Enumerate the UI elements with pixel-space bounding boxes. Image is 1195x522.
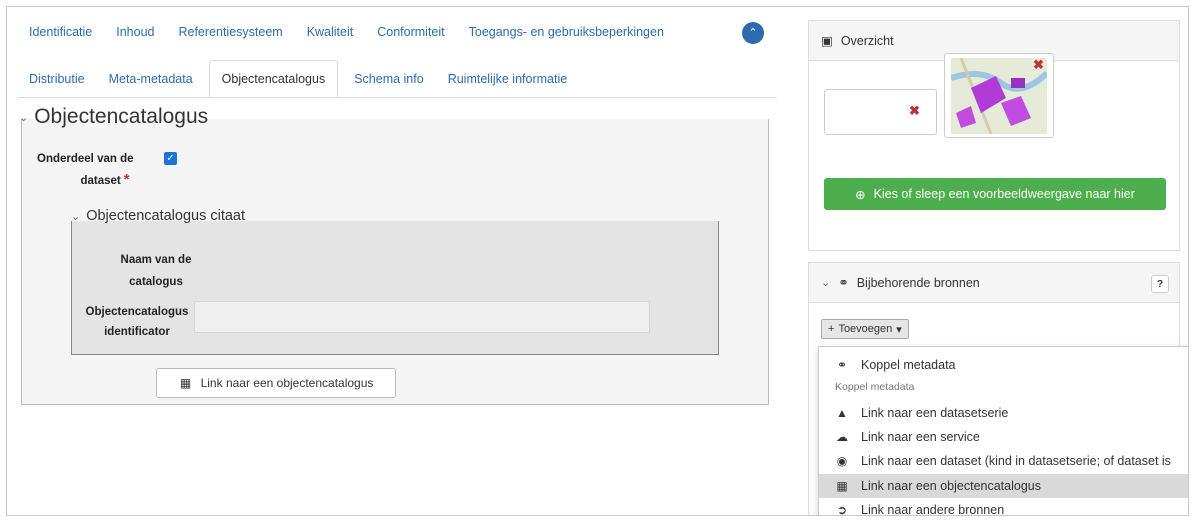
- onderdeel-label-2: dataset *: [55, 169, 155, 192]
- choose-thumbnail-label: Kies of sleep een voorbeeldweergave naar…: [873, 187, 1135, 201]
- link-button-label: Link naar een objectencatalogus: [200, 376, 374, 390]
- objectencatalogus-identificator-input[interactable]: [194, 301, 650, 333]
- menu-item-objectencatalogus[interactable]: ▦ Link naar een objectencatalogus: [819, 474, 1188, 498]
- ident-label-1: Objectencatalogus: [85, 306, 189, 318]
- tab-meta-metadata[interactable]: Meta-metadata: [97, 60, 205, 98]
- menu-item-label: Koppel metadata: [861, 358, 956, 372]
- ident-label-2: identificator: [104, 326, 170, 338]
- thumbnail-empty[interactable]: ✖: [824, 89, 937, 135]
- collapse-tabs-button[interactable]: ⌃: [742, 22, 764, 44]
- tab-referentiesysteem[interactable]: Referentiesysteem: [166, 15, 294, 49]
- menu-item-label: Link naar een dataset (kind in datasetse…: [861, 454, 1171, 468]
- menu-item-koppel-metadata[interactable]: ⚭ Koppel metadata: [819, 353, 1188, 377]
- link-icon: ⚭: [838, 276, 849, 290]
- chevron-down-icon: ⌄: [821, 277, 831, 289]
- naam-label-2: catalogus: [129, 276, 183, 288]
- naam-label-1: Naam van de: [120, 254, 192, 266]
- subsection-header[interactable]: ⌄ Objectencatalogus citaat: [71, 208, 245, 224]
- add-dropdown-menu: ⚭ Koppel metadata Koppel metadata ▲ Link…: [818, 346, 1188, 516]
- table-icon: ▦: [179, 376, 192, 390]
- tab-ruimtelijke-informatie[interactable]: Ruimtelijke informatie: [436, 60, 579, 98]
- link-objectencatalogus-button[interactable]: ▦ Link naar een objectencatalogus: [156, 368, 396, 398]
- chevron-down-icon: ⌄: [71, 210, 81, 223]
- sitemap-icon: ▲: [836, 406, 848, 420]
- tab-kwaliteit[interactable]: Kwaliteit: [295, 15, 366, 49]
- plus-circle-icon: ⊕: [855, 187, 866, 202]
- link-icon: ⚭: [836, 358, 848, 372]
- onderdeel-label-text: dataset: [80, 175, 121, 187]
- plus-icon: +: [828, 323, 835, 335]
- table-icon: ▦: [836, 479, 848, 493]
- overview-panel: ▣ Overzicht ✖ ✖ ⊕ Kies of sleep een voor…: [808, 20, 1180, 251]
- choose-thumbnail-button[interactable]: ⊕ Kies of sleep een voorbeeldweergave na…: [824, 178, 1166, 210]
- add-button-label: Toevoegen: [838, 323, 893, 335]
- tabs-row-1: Identificatie Inhoud Referentiesysteem K…: [17, 15, 676, 49]
- caret-down-icon: ▾: [896, 323, 902, 336]
- tabs-divider: [17, 97, 777, 98]
- section-title: Objectencatalogus: [34, 105, 209, 128]
- menu-item-label: Link naar een service: [861, 430, 980, 444]
- tab-distributie[interactable]: Distributie: [17, 60, 97, 98]
- menu-item-datasetserie[interactable]: ▲ Link naar een datasetserie: [819, 401, 1188, 425]
- tab-identificatie[interactable]: Identificatie: [17, 15, 104, 49]
- menu-item-label: Link naar een objectencatalogus: [861, 479, 1041, 493]
- tab-objectencatalogus[interactable]: Objectencatalogus: [208, 60, 339, 98]
- thumbnail-map[interactable]: ✖: [944, 53, 1054, 138]
- menu-section-header: Koppel metadata: [835, 381, 915, 393]
- tab-inhoud[interactable]: Inhoud: [104, 15, 166, 49]
- tab-toegangs-gebruiksbeperkingen[interactable]: Toegangs- en gebruiksbeperkingen: [457, 15, 676, 49]
- remove-icon[interactable]: ✖: [1033, 57, 1044, 73]
- related-title: Bijbehorende bronnen: [856, 275, 980, 290]
- menu-item-dataset[interactable]: ◉ Link naar een dataset (kind in dataset…: [819, 449, 1188, 473]
- tab-schema-info[interactable]: Schema info: [342, 60, 435, 98]
- related-header[interactable]: ⌄ ⚭ Bijbehorende bronnen: [809, 263, 1179, 303]
- cloud-icon: ☁: [836, 430, 848, 444]
- menu-item-label: Link naar andere bronnen: [861, 503, 1005, 516]
- chevron-down-icon: ⌄: [19, 111, 29, 124]
- remove-icon[interactable]: ✖: [909, 103, 920, 119]
- external-link-icon: ➲: [836, 503, 848, 516]
- required-mark: *: [123, 171, 130, 188]
- menu-item-andere-bronnen[interactable]: ➲ Link naar andere bronnen: [819, 498, 1188, 516]
- image-icon: ▣: [821, 34, 833, 48]
- subsection-title: Objectencatalogus citaat: [86, 208, 246, 224]
- onderdeel-label-1: Onderdeel van de: [37, 153, 134, 165]
- onderdeel-checkbox[interactable]: ✓: [164, 152, 177, 165]
- tab-conformiteit[interactable]: Conformiteit: [365, 15, 456, 49]
- chevron-up-icon: ⌃: [748, 27, 758, 39]
- add-button[interactable]: + Toevoegen ▾: [821, 319, 909, 339]
- menu-item-label: Link naar een datasetserie: [861, 406, 1009, 420]
- section-header[interactable]: ⌄ Objectencatalogus: [19, 105, 208, 129]
- app-frame: Identificatie Inhoud Referentiesysteem K…: [6, 6, 1189, 516]
- help-button[interactable]: ?: [1151, 275, 1169, 293]
- tabs-row-2: Distributie Meta-metadata Objectencatalo…: [17, 60, 579, 98]
- hierarchy-icon: ◉: [836, 454, 848, 468]
- menu-item-service[interactable]: ☁ Link naar een service: [819, 425, 1188, 449]
- overview-title: Overzicht: [840, 33, 894, 48]
